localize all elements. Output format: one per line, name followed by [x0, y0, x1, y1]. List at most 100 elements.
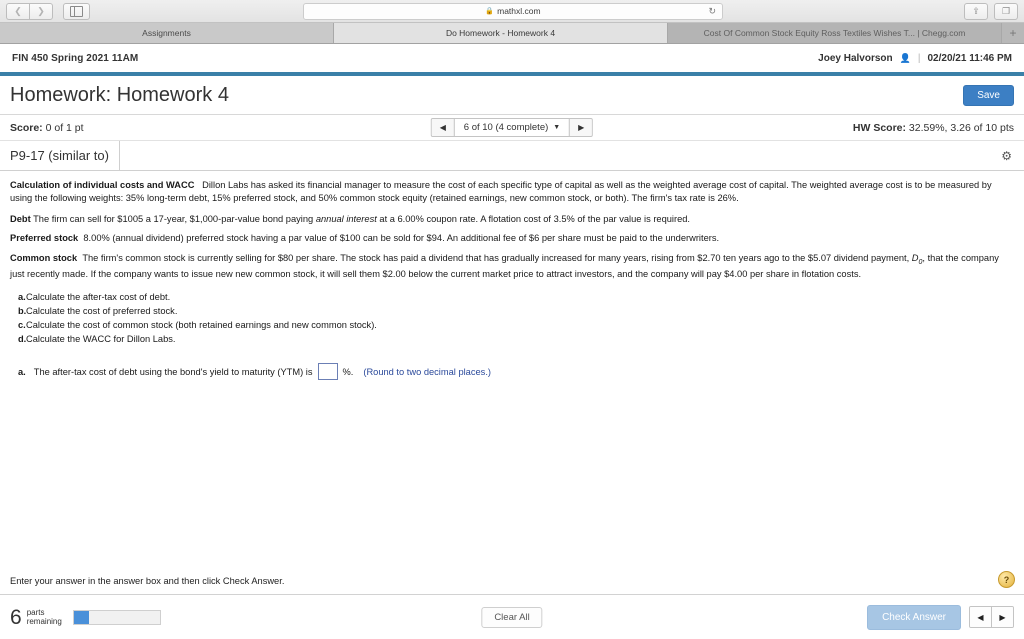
back-button[interactable]: ❮ [6, 2, 29, 20]
reload-icon[interactable]: ↻ [708, 6, 716, 17]
preferred-stock-heading: Preferred stock [10, 233, 79, 244]
sidebar-toggle-icon [70, 5, 83, 17]
score-bar: Score: 0 of 1 pt ◀ 6 of 10 (4 complete) … [0, 115, 1024, 141]
question-navigator: ◀ 6 of 10 (4 complete) ▼ ▶ [430, 118, 594, 137]
tabs-overview-button[interactable]: ❐ [994, 2, 1018, 20]
question-selector-label: 6 of 10 (4 complete) [463, 122, 549, 133]
page-title: Homework: Homework 4 [10, 83, 229, 106]
help-button[interactable]: ? [998, 571, 1015, 588]
triangle-right-icon: ▶ [578, 123, 585, 132]
course-bar: FIN 450 Spring 2021 11AM Joey Halvorson … [0, 44, 1024, 72]
share-icon: ⇪ [972, 5, 980, 16]
gear-icon: ⚙ [1001, 148, 1012, 163]
problem-intro: Calculation of individual costs and WACC… [10, 179, 1014, 206]
course-title: FIN 450 Spring 2021 11AM [12, 52, 139, 64]
question-mark-icon: ? [1003, 574, 1010, 585]
footer-navigator: ◀ ▶ [969, 606, 1014, 628]
hw-score-label: HW Score: [852, 121, 906, 134]
answer-unit: %. [342, 366, 354, 377]
list-item: c. Calculate the cost of common stock (b… [10, 319, 1014, 333]
parts-label-line1: parts [26, 607, 45, 617]
address-bar[interactable]: 🔒 mathxl.com ↻ [303, 2, 723, 20]
problem-debt: Debt The firm can sell for $1005 a 17-ye… [10, 213, 1014, 226]
preferred-stock-text: 8.00% (annual dividend) preferred stock … [83, 233, 720, 244]
sidebar-toggle-button[interactable] [63, 2, 90, 20]
task-text: Calculate the after-tax cost of debt. [26, 292, 171, 303]
browser-right-tools: ⇪ ❐ [964, 2, 1018, 20]
chevron-right-icon: ❯ [37, 5, 45, 16]
tabs-overview-icon: ❐ [1001, 5, 1011, 16]
question-selector[interactable]: 6 of 10 (4 complete) ▼ [455, 119, 569, 136]
problem-id-tab[interactable]: P9-17 (similar to) [0, 141, 120, 170]
task-list: a. Calculate the after-tax cost of debt.… [10, 291, 1014, 347]
person-icon: 👤 [899, 52, 911, 63]
problem-tab-row: P9-17 (similar to) ⚙ [0, 141, 1024, 171]
task-letter: d. [18, 334, 27, 345]
homework-title-row: Homework: Homework 4 Save [0, 76, 1024, 115]
triangle-right-icon: ▶ [999, 612, 1006, 622]
timestamp: 02/20/21 11:46 PM [927, 52, 1012, 64]
share-button[interactable]: ⇪ [964, 2, 988, 20]
problem-intro-heading: Calculation of individual costs and WACC [10, 180, 195, 190]
parts-label-line2: remaining [26, 617, 62, 626]
footer-message-bar: Enter your answer in the answer box and … [0, 567, 1024, 594]
common-stock-heading: Common stock [10, 252, 78, 263]
list-item: a. Calculate the after-tax cost of debt. [10, 291, 1014, 305]
clear-all-button[interactable]: Clear All [481, 606, 543, 628]
user-name[interactable]: Joey Halvorson [818, 53, 892, 64]
debt-text-part2: at a 6.00% coupon rate. A flotation cost… [379, 213, 691, 224]
navigation-buttons: ❮ ❯ [6, 2, 53, 20]
current-question-row: a. The after-tax cost of debt using the … [10, 363, 1014, 381]
debt-heading: Debt [10, 213, 31, 224]
progress-fill [73, 610, 90, 624]
list-item: d. Calculate the WACC for Dillon Labs. [10, 333, 1014, 347]
common-stock-text-part1: The firm's common stock is currently sel… [82, 252, 910, 263]
answer-input[interactable] [317, 363, 338, 381]
task-letter: b. [18, 306, 27, 317]
check-answer-button[interactable]: Check Answer [867, 604, 961, 630]
tab-chegg[interactable]: Cost Of Common Stock Equity Ross Textile… [668, 23, 1002, 43]
address-bar-url: mathxl.com [497, 6, 541, 16]
triangle-left-icon: ◀ [977, 612, 984, 622]
next-question-button[interactable]: ▶ [569, 119, 593, 136]
browser-toolbar: ❮ ❯ 🔒 mathxl.com ↻ ⇪ ❐ [0, 0, 1024, 23]
current-question-letter: a. [18, 366, 26, 377]
forward-button[interactable]: ❯ [29, 2, 53, 20]
task-text: Calculate the cost of preferred stock. [26, 306, 178, 317]
save-button[interactable]: Save [963, 84, 1014, 106]
tab-assignments[interactable]: Assignments [0, 23, 334, 43]
settings-button[interactable]: ⚙ [1001, 141, 1024, 170]
caret-down-icon: ▼ [553, 124, 561, 131]
debt-italic-term: annual interest [315, 213, 377, 224]
task-letter: c. [18, 320, 26, 331]
new-tab-button[interactable]: + [1002, 23, 1024, 43]
footer-next-button[interactable]: ▶ [991, 607, 1013, 627]
score-value: 0 of 1 pt [45, 121, 84, 134]
tab-do-homework[interactable]: Do Homework - Homework 4 [334, 23, 668, 43]
prev-question-button[interactable]: ◀ [431, 119, 455, 136]
lock-icon: 🔒 [485, 8, 495, 15]
parts-count: 6 [10, 605, 22, 629]
problem-content: Calculation of individual costs and WACC… [0, 171, 1024, 567]
chevron-left-icon: ❮ [14, 5, 22, 16]
progress-bar [72, 609, 161, 625]
task-text: Calculate the cost of common stock (both… [26, 320, 377, 331]
task-letter: a. [18, 292, 26, 303]
course-bar-right: Joey Halvorson 👤 | 02/20/21 11:46 PM [818, 53, 1012, 64]
score-label: Score: [10, 121, 43, 134]
parts-remaining: 6 parts remaining [10, 607, 161, 628]
list-item: b. Calculate the cost of preferred stock… [10, 305, 1014, 319]
triangle-left-icon: ◀ [439, 123, 446, 132]
rounding-hint: (Round to two decimal places.) [363, 366, 491, 377]
footer-bar: 6 parts remaining Clear All Check Answer… [0, 594, 1024, 639]
separator: | [917, 52, 921, 64]
problem-preferred-stock: Preferred stock 8.00% (annual dividend) … [10, 232, 1014, 245]
footer-prev-button[interactable]: ◀ [970, 607, 991, 627]
common-stock-symbol: D [911, 252, 919, 263]
problem-common-stock: Common stock The firm's common stock is … [10, 252, 1014, 281]
footer-actions: Check Answer ◀ ▶ [867, 604, 1014, 630]
task-text: Calculate the WACC for Dillon Labs. [26, 334, 176, 345]
tab-strip: Assignments Do Homework - Homework 4 Cos… [0, 23, 1024, 44]
debt-text-part1: The firm can sell for $1005 a 17-year, $… [33, 213, 314, 224]
footer-message: Enter your answer in the answer box and … [10, 576, 285, 586]
